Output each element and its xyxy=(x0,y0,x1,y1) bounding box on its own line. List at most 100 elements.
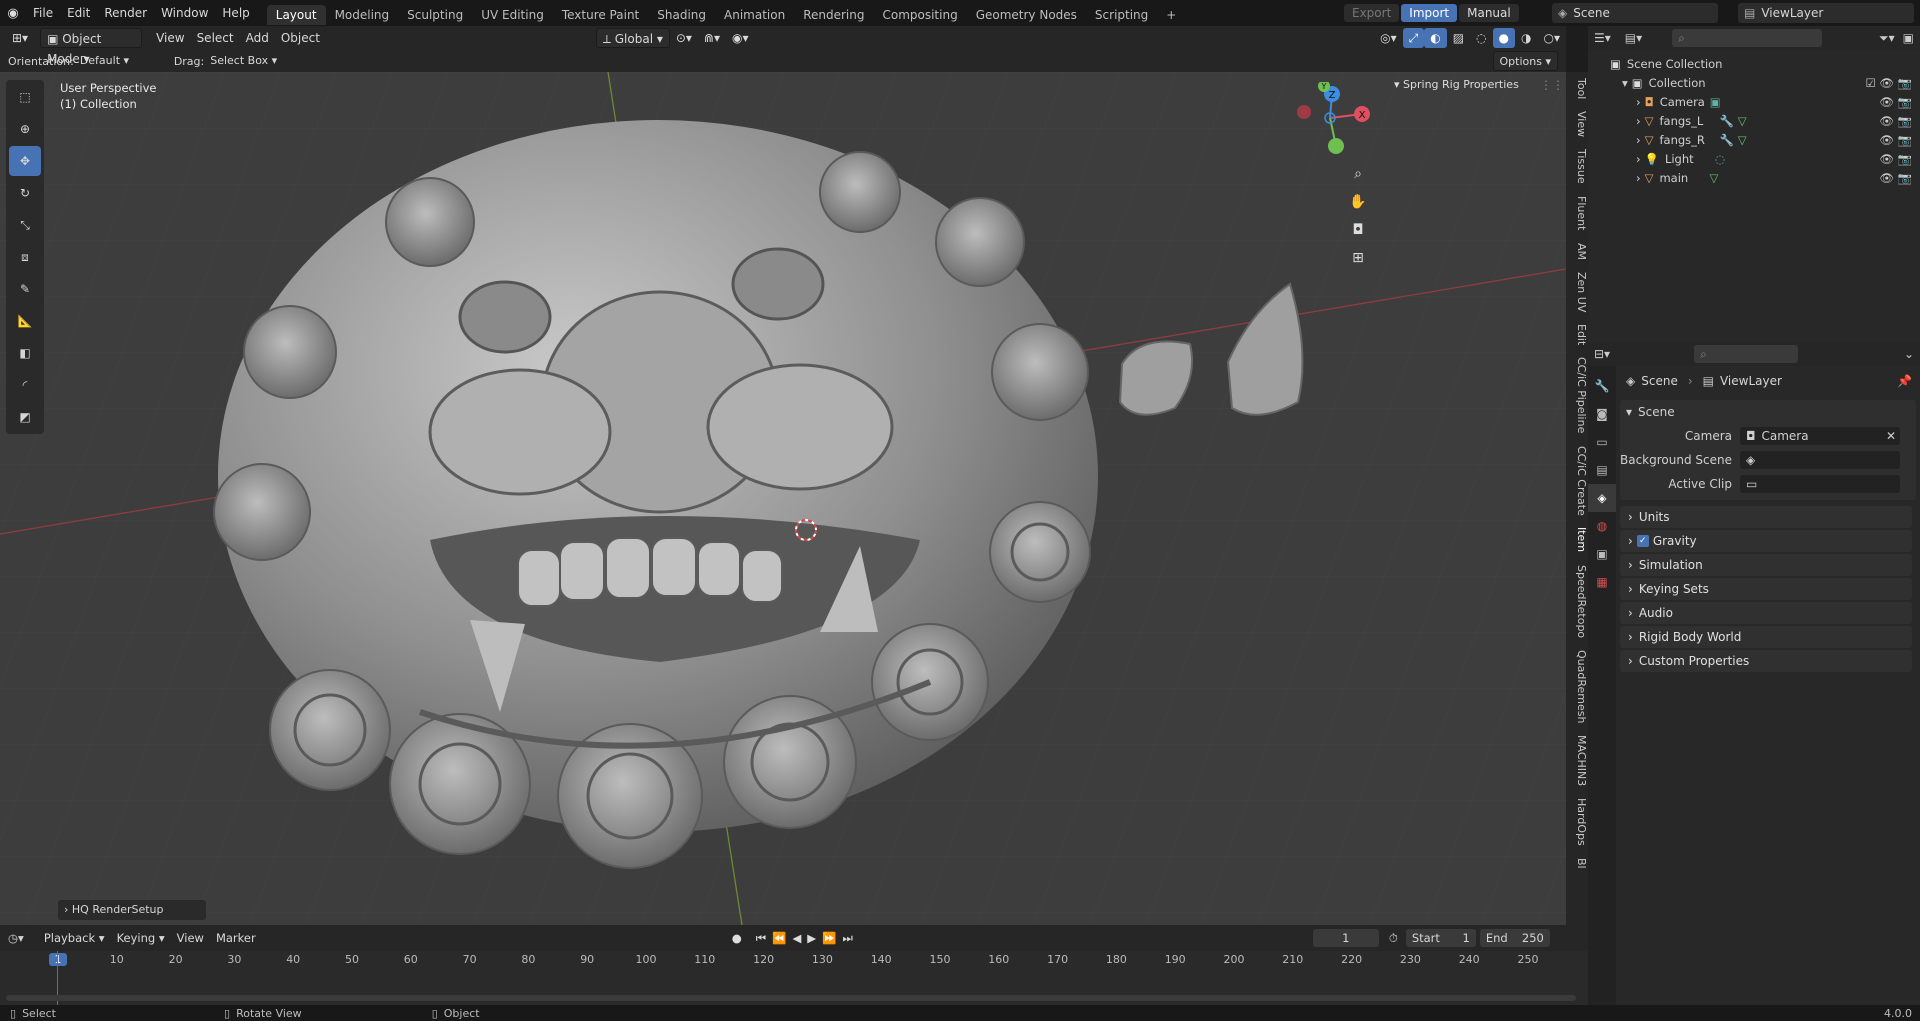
collapse-icon[interactable]: ⌄ xyxy=(1904,347,1914,361)
import-button[interactable]: Import xyxy=(1401,4,1458,22)
tab-edit[interactable]: Edit xyxy=(1566,318,1588,351)
xray-icon[interactable]: ▨ xyxy=(1447,28,1470,48)
menu-edit[interactable]: Edit xyxy=(60,0,97,26)
add-cube-tool-icon[interactable]: ◧ xyxy=(9,338,41,368)
texture-tab-icon[interactable]: ▦ xyxy=(1588,568,1616,596)
playback-menu[interactable]: Playback ▾ xyxy=(38,928,111,948)
timeline-scrollbar[interactable] xyxy=(6,995,1576,1001)
render-tab-icon[interactable]: ◙ xyxy=(1588,400,1616,428)
navigation-gizmo[interactable]: X Z Y xyxy=(1290,82,1370,162)
tab-zen-uv[interactable]: Zen UV xyxy=(1566,266,1588,318)
tab-bl[interactable]: Bl xyxy=(1566,852,1588,875)
boolean-tool-icon[interactable]: ◩ xyxy=(9,402,41,432)
gravity-panel[interactable]: › ✓ Gravity xyxy=(1620,530,1912,552)
measure-tool-icon[interactable]: 📐 xyxy=(9,306,41,336)
tab-fluent[interactable]: Fluent xyxy=(1566,190,1588,236)
scene-selector[interactable]: ◈ Scene xyxy=(1552,3,1718,23)
display-mode-icon[interactable]: ▤▾ xyxy=(1625,31,1642,45)
next-keyframe-icon[interactable]: ⏩ xyxy=(822,931,836,945)
scene-tab-icon[interactable]: ◈ xyxy=(1588,484,1616,512)
tab-speedretopo[interactable]: SpeedRetopo xyxy=(1566,559,1588,644)
units-panel[interactable]: › Units xyxy=(1620,506,1912,528)
menu-file[interactable]: File xyxy=(26,0,60,26)
pivot-icon[interactable]: ⊙▾ xyxy=(670,28,698,48)
jump-start-icon[interactable]: ⏮ xyxy=(756,931,766,946)
tab-shading[interactable]: Shading xyxy=(648,5,715,25)
tab-view[interactable]: View xyxy=(1566,105,1588,143)
output-tab-icon[interactable]: ▭ xyxy=(1588,428,1616,456)
start-frame-field[interactable]: Start 1 xyxy=(1405,929,1476,947)
select-box-tool-icon[interactable]: ⬚ xyxy=(9,82,41,112)
tab-cc-create[interactable]: CC/iC Create xyxy=(1566,440,1588,522)
outliner-search-input[interactable]: ⌕ xyxy=(1672,29,1823,47)
end-frame-field[interactable]: End 250 xyxy=(1479,929,1550,947)
editor-type-button[interactable]: ⊞▾ xyxy=(6,28,34,48)
panel-grip-icon[interactable]: ⋮⋮ xyxy=(1540,78,1564,92)
mode-dropdown[interactable]: ▣ Object Mode ▾ xyxy=(40,28,143,66)
tab-sculpting[interactable]: Sculpting xyxy=(398,5,472,25)
pin-icon[interactable]: 📌 xyxy=(1897,374,1912,388)
tab-animation[interactable]: Animation xyxy=(715,5,794,25)
tab-hardops[interactable]: HardOps xyxy=(1566,792,1588,852)
outliner-editor-icon[interactable]: ☰▾ xyxy=(1594,31,1611,45)
audio-panel[interactable]: › Audio xyxy=(1620,602,1912,624)
timeline-editor-icon[interactable]: ◷▾ xyxy=(8,931,24,945)
keying-sets-panel[interactable]: › Keying Sets xyxy=(1620,578,1912,600)
prev-keyframe-icon[interactable]: ⏪ xyxy=(772,931,786,945)
overlays-icon[interactable]: ◐ xyxy=(1424,28,1447,48)
tab-compositing[interactable]: Compositing xyxy=(873,5,966,25)
tab-tissue[interactable]: Tissue xyxy=(1566,143,1588,190)
properties-editor-icon[interactable]: ⊟▾ xyxy=(1594,347,1610,361)
add-workspace-icon[interactable]: + xyxy=(1157,5,1185,25)
shading-wireframe-icon[interactable]: ◌ xyxy=(1470,28,1492,48)
tab-uv-editing[interactable]: UV Editing xyxy=(472,5,553,25)
simulation-panel[interactable]: › Simulation xyxy=(1620,554,1912,576)
export-button[interactable]: Export xyxy=(1344,4,1400,22)
scale-tool-icon[interactable]: ⤡ xyxy=(9,210,41,240)
view-layer-tab-icon[interactable]: ▤ xyxy=(1588,456,1616,484)
camera-field[interactable]: ◘ Camera ✕ xyxy=(1740,427,1900,445)
keying-menu[interactable]: Keying ▾ xyxy=(111,928,171,948)
tab-modeling[interactable]: Modeling xyxy=(326,5,399,25)
options-dropdown[interactable]: Options ▾ xyxy=(1492,51,1558,71)
tab-am[interactable]: AM xyxy=(1566,237,1588,266)
transform-tool-icon[interactable]: ⧈ xyxy=(9,242,41,272)
tab-quadremesh[interactable]: QuadRemesh xyxy=(1566,644,1588,729)
snap-icon[interactable]: ⋒▾ xyxy=(698,28,726,48)
ortho-grid-icon[interactable]: ⊞ xyxy=(1346,244,1370,272)
tool-tab-icon[interactable]: 🔧 xyxy=(1588,372,1616,400)
timeline-view-menu[interactable]: View xyxy=(171,928,210,948)
annotate-tool-icon[interactable]: ✎ xyxy=(9,274,41,304)
world-tab-icon[interactable]: ◍ xyxy=(1588,512,1616,540)
tab-cc-pipeline[interactable]: CC/iC Pipeline xyxy=(1566,351,1588,439)
rotate-tool-icon[interactable]: ↻ xyxy=(9,178,41,208)
jump-end-icon[interactable]: ⏭ xyxy=(842,931,852,946)
menu-window[interactable]: Window xyxy=(154,0,215,26)
play-reverse-icon[interactable]: ◀ xyxy=(792,931,801,945)
filter-icon[interactable]: ⏷▾ xyxy=(1879,31,1895,46)
tab-layout[interactable]: Layout xyxy=(266,4,326,25)
scene-panel-header[interactable]: ▾ Scene xyxy=(1620,400,1916,424)
menu-render[interactable]: Render xyxy=(97,0,154,26)
tab-rendering[interactable]: Rendering xyxy=(794,5,873,25)
orientation-dropdown[interactable]: Default ▾ xyxy=(74,51,166,71)
auto-keying-icon[interactable]: ⏱ xyxy=(1389,931,1398,946)
current-frame-field[interactable]: 1 xyxy=(1312,929,1379,947)
tab-machin3[interactable]: MACHIN3 xyxy=(1566,729,1588,792)
visibility-icon[interactable]: ◎▾ xyxy=(1374,28,1403,48)
viewlayer-selector[interactable]: ▤ ViewLayer xyxy=(1738,3,1914,23)
tab-texture-paint[interactable]: Texture Paint xyxy=(553,5,648,25)
spring-rig-panel[interactable]: ▾ Spring Rig Properties xyxy=(1394,78,1519,91)
custom-properties-panel[interactable]: › Custom Properties xyxy=(1620,650,1912,672)
properties-search-input[interactable]: ⌕ xyxy=(1694,345,1799,363)
active-clip-field[interactable]: ▭ xyxy=(1740,475,1900,493)
tab-scripting[interactable]: Scripting xyxy=(1086,5,1157,25)
timeline-track[interactable]: 1 10 20 30 40 50 60 70 80 90 100 110 120 130 140 150 160… xyxy=(0,951,1588,1005)
camera-view-icon[interactable]: ◘ xyxy=(1346,216,1370,244)
visibility-toggles[interactable]: 👁 📷 xyxy=(1879,166,1912,190)
proportional-edit-icon[interactable]: ◉▾ xyxy=(726,28,755,48)
marker-menu[interactable]: Marker xyxy=(210,928,262,948)
record-icon[interactable]: ● xyxy=(732,931,742,945)
tab-item[interactable]: Item xyxy=(1566,521,1588,558)
gravity-checkbox[interactable]: ✓ xyxy=(1636,535,1649,547)
